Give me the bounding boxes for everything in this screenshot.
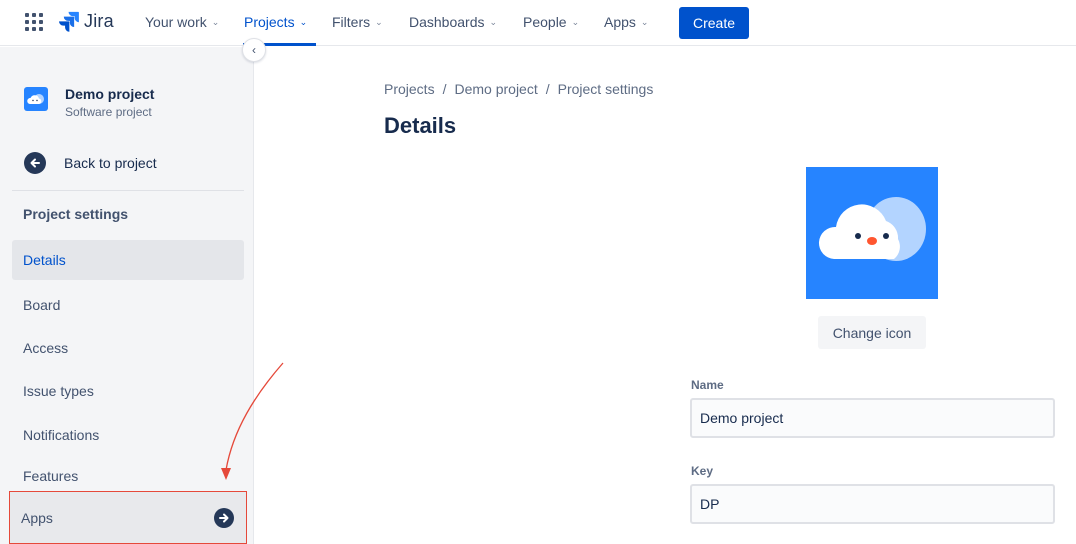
- jira-logo[interactable]: Jira: [58, 10, 114, 32]
- key-field[interactable]: [690, 484, 1055, 524]
- nav-label: Projects: [244, 14, 295, 30]
- page-title: Details: [384, 113, 457, 138]
- chevron-down-icon: ⌄: [489, 16, 498, 27]
- breadcrumb-project-settings[interactable]: Project settings: [558, 81, 654, 97]
- breadcrumb-separator: /: [545, 81, 550, 97]
- nav-people[interactable]: People ⌄: [523, 14, 579, 30]
- breadcrumb-projects[interactable]: Projects: [384, 81, 435, 97]
- cloud-avatar-icon: [24, 87, 48, 111]
- project-type: Software project: [65, 105, 152, 119]
- key-field-label: Key: [691, 464, 714, 478]
- create-button[interactable]: Create: [679, 7, 749, 39]
- name-field[interactable]: [690, 398, 1055, 438]
- chevron-down-icon: ⌄: [571, 16, 580, 27]
- sidebar-item-apps[interactable]: Apps: [9, 491, 247, 544]
- sidebar-item-features[interactable]: Features: [12, 456, 244, 496]
- chevron-down-icon: ⌄: [375, 16, 383, 27]
- back-arrow-icon: [24, 152, 46, 174]
- name-field-label: Name: [691, 378, 724, 392]
- nav-filters[interactable]: Filters ⌄: [332, 14, 383, 30]
- chevron-down-icon: ⌄: [299, 16, 308, 27]
- project-avatar: [806, 167, 938, 299]
- nav-label: Dashboards: [409, 14, 485, 30]
- section-title: Project settings: [23, 206, 129, 222]
- nav-your-work[interactable]: Your work ⌄: [145, 14, 219, 30]
- back-to-project-link[interactable]: Back to project: [24, 152, 157, 174]
- sidebar-item-notifications[interactable]: Notifications: [12, 415, 244, 455]
- top-navigation: Jira Your work ⌄ Projects ⌄ Filters ⌄ Da…: [0, 0, 1076, 46]
- jira-logo-icon: [59, 11, 79, 32]
- sidebar-item-label: Details: [23, 252, 66, 268]
- chevron-down-icon: ⌄: [640, 16, 649, 27]
- sidebar-item-label: Features: [23, 468, 79, 484]
- sidebar-item-details[interactable]: Details: [12, 240, 244, 280]
- sidebar-divider: [12, 190, 244, 191]
- change-icon-button[interactable]: Change icon: [818, 316, 926, 349]
- nav-label: Your work: [145, 14, 207, 30]
- breadcrumb-separator: /: [442, 81, 447, 97]
- nav-projects[interactable]: Projects ⌄: [244, 14, 307, 30]
- chevron-down-icon: ⌄: [211, 16, 220, 27]
- app-switcher-icon[interactable]: [25, 13, 43, 31]
- nav-apps[interactable]: Apps ⌄: [604, 14, 648, 30]
- breadcrumb: Projects / Demo project / Project settin…: [384, 81, 653, 97]
- sidebar-item-label: Apps: [21, 509, 53, 526]
- sidebar-item-board[interactable]: Board: [12, 285, 244, 325]
- breadcrumb-demo-project[interactable]: Demo project: [454, 81, 537, 97]
- collapse-sidebar-button[interactable]: ‹: [242, 38, 266, 62]
- arrow-right-circle-icon: [214, 508, 234, 528]
- nav-dashboards[interactable]: Dashboards ⌄: [409, 14, 497, 30]
- collapse-chevron-icon: ‹: [252, 43, 256, 57]
- back-label: Back to project: [64, 155, 157, 171]
- project-header[interactable]: Demo project Software project: [24, 86, 154, 119]
- sidebar-item-label: Access: [23, 340, 69, 356]
- sidebar-item-label: Issue types: [23, 383, 94, 399]
- sidebar-item-label: Board: [23, 297, 61, 313]
- sidebar-item-label: Notifications: [23, 427, 100, 443]
- project-name: Demo project: [65, 86, 155, 102]
- logo-text: Jira: [84, 10, 114, 31]
- sidebar-item-issue-types[interactable]: Issue types: [12, 371, 244, 411]
- nav-label: Filters: [332, 14, 371, 30]
- nav-label: Apps: [604, 14, 636, 30]
- cloud-avatar-icon: [818, 197, 926, 261]
- nav-label: People: [523, 14, 567, 30]
- sidebar-item-access[interactable]: Access: [12, 328, 244, 368]
- project-sidebar: Demo project Software project Back to pr…: [0, 47, 254, 544]
